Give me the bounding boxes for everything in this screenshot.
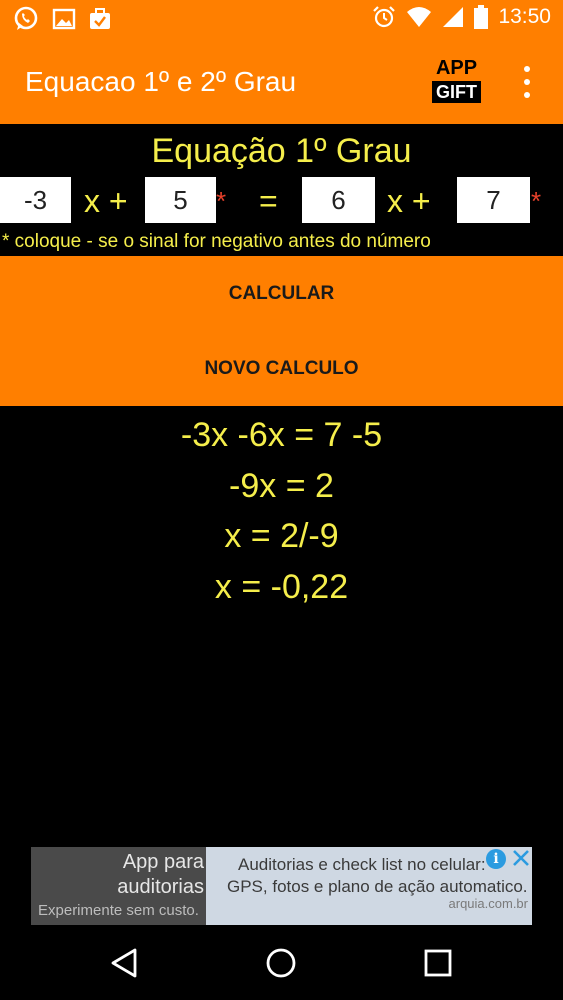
ad-left-line3: Experimente sem custo. — [38, 902, 199, 919]
coefficient-a-input[interactable] — [0, 177, 71, 223]
button-area: CALCULAR NOVO CALCULO — [0, 256, 563, 406]
equals-label: = — [259, 183, 278, 219]
new-calculation-button[interactable]: NOVO CALCULO — [0, 331, 563, 406]
signal-icon — [443, 7, 464, 27]
ad-left-line2: auditorias — [117, 876, 204, 898]
ad-banner[interactable]: App para auditorias Experimente sem cust… — [31, 847, 532, 925]
ad-left-line1: App para — [122, 851, 204, 873]
app-gift-top-label: APP — [435, 57, 478, 79]
result-line: x = -0,22 — [214, 567, 349, 606]
alarm-icon — [373, 6, 396, 28]
ad-right-line2: GPS, fotos e plano de ação automatico. — [227, 877, 528, 896]
overflow-menu-icon[interactable] — [515, 66, 539, 98]
negative-sign-hint: * coloque - se o sinal for negativo ante… — [2, 231, 431, 252]
result-line: x = 2/-9 — [224, 517, 339, 555]
status-bar-left — [12, 5, 112, 33]
home-icon[interactable] — [263, 945, 299, 981]
app-gift-bottom-label: GIFT — [432, 81, 481, 103]
whatsapp-icon — [14, 6, 38, 30]
app-gift-button[interactable]: APP GIFT — [431, 56, 482, 104]
x-plus-label-right: x + — [387, 183, 431, 219]
result-line: -9x = 2 — [229, 466, 334, 505]
x-plus-label-left: x + — [84, 183, 128, 219]
briefcase-check-icon — [90, 8, 110, 29]
coefficient-c-input[interactable] — [302, 177, 375, 223]
recents-icon[interactable] — [420, 945, 456, 981]
coefficient-b-input[interactable] — [145, 177, 216, 223]
equation-title: Equação 1º Grau — [151, 132, 412, 170]
app-title: Equacao 1º e 2º Grau — [25, 66, 297, 97]
gallery-icon — [52, 8, 76, 30]
ad-close-icon[interactable] — [510, 847, 532, 869]
back-icon[interactable] — [107, 945, 143, 981]
status-bar: 13:50 — [0, 0, 563, 38]
status-bar-right: 13:50 — [372, 5, 551, 29]
ad-left-panel[interactable]: App para auditorias Experimente sem cust… — [31, 847, 206, 925]
calculate-button[interactable]: CALCULAR — [0, 256, 563, 331]
results-panel: -3x -6x = 7 -5 -9x = 2 x = 2/-9 x = -0,2… — [0, 412, 563, 614]
result-line: -3x -6x = 7 -5 — [180, 416, 383, 454]
ad-info-icon[interactable]: i — [486, 849, 506, 869]
wifi-icon — [407, 7, 432, 27]
status-time: 13:50 — [498, 5, 551, 28]
coefficient-d-input[interactable] — [457, 177, 530, 223]
battery-icon — [474, 5, 489, 29]
ad-url[interactable]: arquia.com.br — [449, 896, 528, 911]
navigation-bar — [0, 925, 563, 1000]
app-bar: Equacao 1º e 2º Grau APP GIFT — [0, 38, 563, 124]
ad-right-line1: Auditorias e check list no celular: — [238, 855, 486, 874]
required-mark-right: * — [531, 186, 542, 216]
required-mark-left: * — [216, 186, 227, 216]
